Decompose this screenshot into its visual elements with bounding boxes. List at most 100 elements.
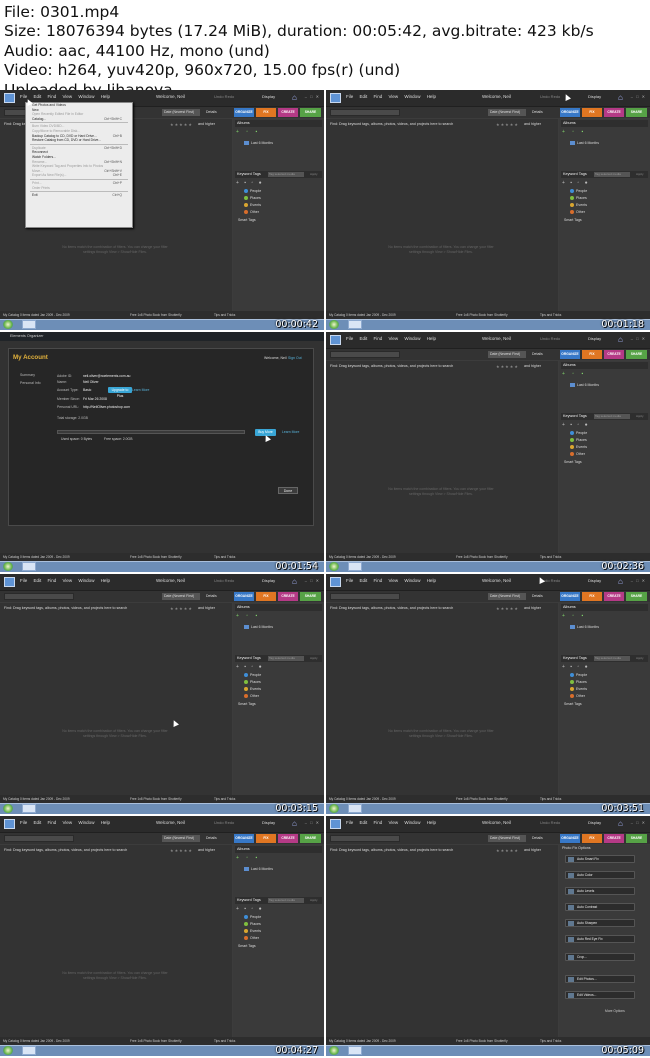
start-button[interactable] (3, 562, 13, 571)
window-controls[interactable]: ‒ □ ✕ (305, 820, 320, 825)
keyword-item[interactable]: Events (244, 929, 261, 934)
app-icon[interactable] (330, 819, 341, 829)
sign-out-link[interactable]: Sign Out (288, 356, 302, 360)
file-menu-item[interactable]: Exit Ctrl+Q (26, 193, 132, 198)
smart-tags-item[interactable]: Smart Tags (238, 944, 256, 948)
undo-redo-buttons[interactable]: Undo Redo (214, 578, 234, 583)
album-item[interactable]: Last 6 Months (244, 867, 273, 872)
photobook-link[interactable]: Free 1x8 Photo Book from Shutterfly (456, 553, 508, 561)
keyword-tag-input[interactable]: Tag selected media (594, 414, 630, 419)
app-icon[interactable] (4, 819, 15, 829)
keyword-tag-input[interactable]: Tag selected media (268, 172, 304, 177)
start-button[interactable] (329, 804, 339, 813)
file-menu-item[interactable]: Restore Catalog from CD, DVD or Hard Dri… (26, 138, 132, 143)
tab-fix[interactable]: FIX (582, 350, 602, 359)
file-menu-item[interactable]: Catalog... Ctrl+Shift+C (26, 117, 132, 122)
tab-share[interactable]: SHARE (300, 834, 321, 843)
home-icon[interactable]: ⌂ (292, 819, 300, 828)
keyword-toolbar-icons[interactable]: + ▪ ▫ ● (236, 664, 264, 670)
undo-redo-buttons[interactable]: Undo Redo (214, 820, 234, 825)
app-icon[interactable] (330, 335, 341, 345)
window-controls[interactable]: ‒ □ ✕ (631, 336, 646, 341)
rating-filter[interactable]: ★★★★★ (496, 848, 519, 853)
tab-organize[interactable]: ORGANIZE (234, 834, 254, 843)
taskbar-app-button[interactable] (22, 320, 36, 329)
albums-header[interactable]: Albums (235, 120, 322, 127)
taskbar-app-button[interactable] (22, 562, 36, 571)
keyword-tag-input[interactable]: Tag selected media (268, 898, 304, 903)
media-browser[interactable] (0, 845, 232, 1037)
start-button[interactable] (3, 804, 13, 813)
album-item[interactable]: Last 6 Months (570, 383, 599, 388)
fix-option-button[interactable]: Crop... (565, 953, 635, 961)
details-checkbox[interactable]: Details (532, 352, 543, 356)
keyword-apply-button[interactable]: Apply (636, 656, 644, 660)
display-menu[interactable]: Display (588, 336, 601, 341)
taskbar-app-button[interactable] (22, 1046, 36, 1055)
keyword-item[interactable]: Events (570, 445, 587, 450)
display-menu[interactable]: Display (588, 578, 601, 583)
display-menu[interactable]: Display (588, 820, 601, 825)
media-browser[interactable] (0, 603, 232, 795)
keyword-item[interactable]: Events (570, 687, 587, 692)
tab-organize[interactable]: ORGANIZE (234, 592, 254, 601)
media-browser[interactable] (326, 603, 558, 795)
details-checkbox[interactable]: Details (532, 836, 543, 840)
album-toolbar-icons[interactable]: + ▫ ▪ (562, 613, 586, 619)
date-sort-select[interactable]: Date (Newest First) (488, 109, 526, 116)
keyword-item[interactable]: People (244, 673, 261, 678)
album-toolbar-icons[interactable]: + ▫ ▪ (562, 371, 586, 377)
home-icon[interactable]: ⌂ (618, 577, 626, 586)
tab-create[interactable]: CREATE (278, 108, 298, 117)
rating-filter[interactable]: ★★★★★ (496, 122, 519, 127)
start-button[interactable] (3, 320, 13, 329)
smart-tags-item[interactable]: Smart Tags (238, 218, 256, 222)
date-sort-select[interactable]: Date (Newest First) (162, 835, 200, 842)
file-menu-item[interactable]: Export As New File(s)... Ctrl+E (26, 173, 132, 178)
photobook-link[interactable]: Free 1x8 Photo Book from Shutterfly (130, 553, 182, 561)
tab-create[interactable]: CREATE (604, 350, 624, 359)
smart-tags-item[interactable]: Smart Tags (564, 218, 582, 222)
rating-filter[interactable]: ★★★★★ (170, 606, 193, 611)
keyword-item[interactable]: Places (244, 680, 261, 685)
keyword-item[interactable]: Other (244, 210, 259, 215)
display-menu[interactable]: Display (262, 578, 275, 583)
tab-organize[interactable]: ORGANIZE (560, 108, 580, 117)
keyword-toolbar-icons[interactable]: + ▪ ▫ ● (562, 180, 590, 186)
search-input[interactable] (4, 593, 74, 600)
app-icon[interactable] (4, 577, 15, 587)
album-item[interactable]: Last 6 Months (570, 625, 599, 630)
taskbar-app-button[interactable] (348, 804, 362, 813)
photobook-link[interactable]: Free 1x8 Photo Book from Shutterfly (130, 795, 182, 803)
keyword-item[interactable]: Events (244, 203, 261, 208)
home-icon[interactable]: ⌂ (618, 819, 626, 828)
keyword-item[interactable]: Events (570, 203, 587, 208)
app-icon[interactable] (4, 93, 15, 103)
window-controls[interactable]: ‒ □ ✕ (631, 94, 646, 99)
tab-share[interactable]: SHARE (626, 350, 647, 359)
smart-tags-item[interactable]: Smart Tags (564, 702, 582, 706)
tab-share[interactable]: SHARE (626, 108, 647, 117)
rating-filter[interactable]: ★★★★★ (496, 606, 519, 611)
keyword-tag-input[interactable]: Tag selected media (268, 656, 304, 661)
album-toolbar-icons[interactable]: + ▫ ▪ (562, 129, 586, 135)
more-options-link[interactable]: More Options (605, 1009, 625, 1013)
tab-organize[interactable]: ORGANIZE (560, 592, 580, 601)
photobook-link[interactable]: Free 1x8 Photo Book from Shutterfly (130, 1037, 182, 1045)
tab-share[interactable]: SHARE (300, 592, 321, 601)
rating-filter[interactable]: ★★★★★ (170, 122, 193, 127)
menu-items[interactable]: File Edit Find View Window Help (20, 820, 110, 825)
nav-personal-info[interactable]: Personal Info (20, 381, 41, 385)
start-button[interactable] (3, 1046, 13, 1055)
keyword-item[interactable]: People (570, 431, 587, 436)
search-input[interactable] (330, 109, 400, 116)
undo-redo-buttons[interactable]: Undo Redo (540, 94, 560, 99)
home-icon[interactable]: ⌂ (618, 93, 626, 102)
photobook-link[interactable]: Free 1x8 Photo Book from Shutterfly (456, 311, 508, 319)
tab-create[interactable]: CREATE (604, 108, 624, 117)
album-toolbar-icons[interactable]: + ▫ ▪ (236, 613, 260, 619)
keyword-item[interactable]: People (570, 189, 587, 194)
tips-link[interactable]: Tips and Tricks (214, 1037, 235, 1045)
taskbar-app-button[interactable] (348, 320, 362, 329)
undo-redo-buttons[interactable]: Undo Redo (540, 820, 560, 825)
